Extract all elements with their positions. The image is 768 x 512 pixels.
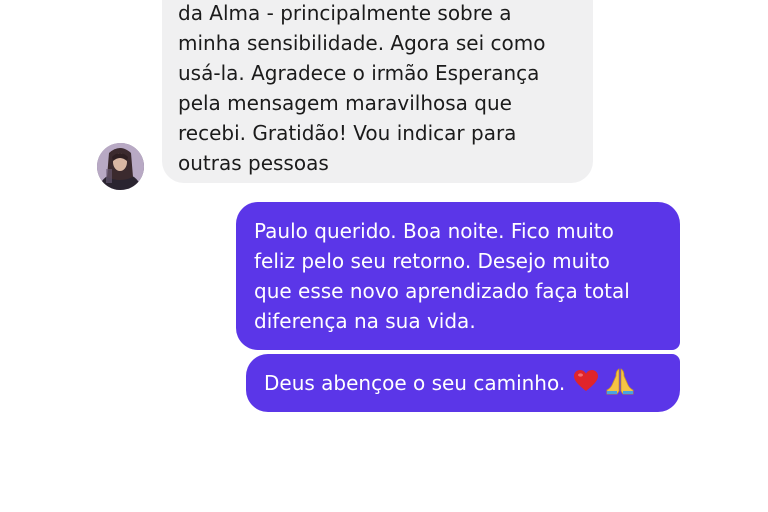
- message-line: usá-la. Agradece o irmão Esperança: [178, 61, 540, 85]
- incoming-message-bubble[interactable]: da Alma - principalmente sobre a minha s…: [162, 0, 593, 183]
- avatar[interactable]: [97, 143, 144, 190]
- message-line: recebi. Gratidão! Vou indicar para: [178, 121, 517, 145]
- message-line: que esse novo aprendizado faça total: [254, 279, 630, 303]
- avatar-image: [97, 143, 144, 190]
- heart-icon: [573, 369, 599, 398]
- message-text: Deus abençoe o seu caminho.: [264, 371, 566, 395]
- message-line: diferença na sua vida.: [254, 309, 476, 333]
- message-line: pela mensagem maravilhosa que: [178, 91, 512, 115]
- message-line: outras pessoas: [178, 151, 329, 175]
- praying-hands-icon: [605, 367, 635, 400]
- outgoing-message-bubble[interactable]: Paulo querido. Boa noite. Fico muito fel…: [236, 202, 680, 350]
- message-line: minha sensibilidade. Agora sei como: [178, 31, 546, 55]
- outgoing-message-bubble[interactable]: Deus abençoe o seu caminho.: [246, 354, 680, 412]
- message-line: Paulo querido. Boa noite. Fico muito: [254, 219, 614, 243]
- message-line: feliz pelo seu retorno. Desejo muito: [254, 249, 610, 273]
- message-line: da Alma - principalmente sobre a: [178, 1, 512, 25]
